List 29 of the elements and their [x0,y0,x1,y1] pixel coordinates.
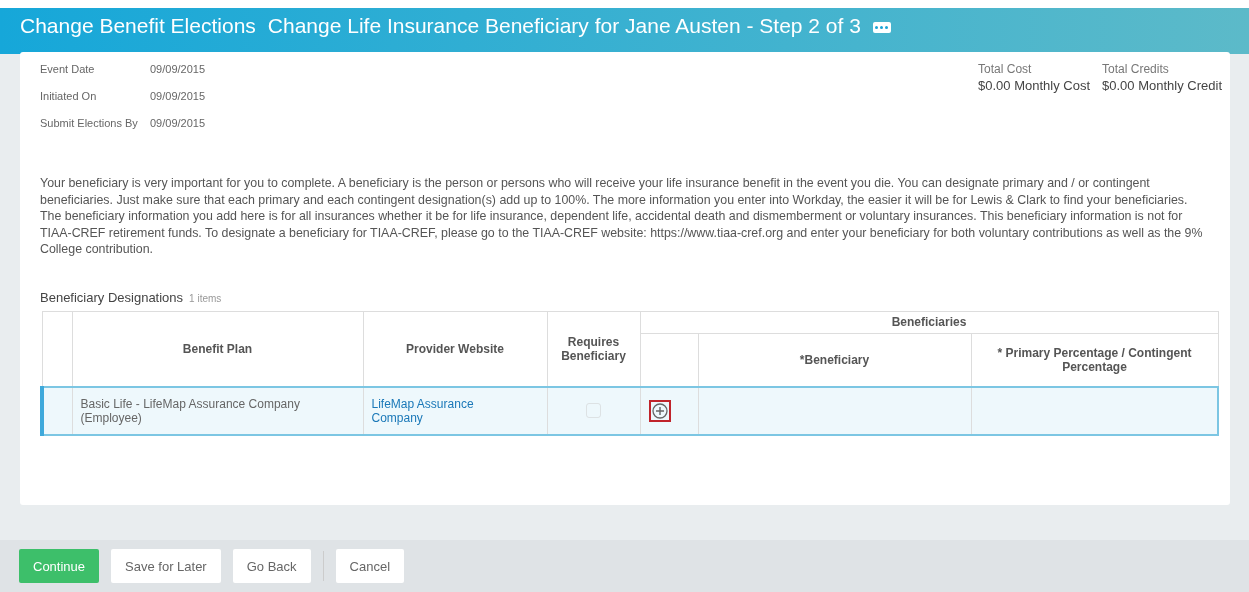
column-header: Benefit Plan [72,311,363,387]
field-value: 09/09/2015 [150,62,206,76]
total-label: Total Credits [1102,62,1170,76]
add-button[interactable] [648,399,671,422]
column-header: * Primary Percentage / Contingent Percentage [971,333,1218,387]
column-header: *Beneficiary [698,333,971,387]
table-cell: Basic Life - LifeMap Assurance Company (Employee) [72,386,363,435]
field-label: Event Date [40,62,96,76]
action-button[interactable]: Cancel [335,549,405,583]
table-row[interactable]: Basic Life - LifeMap Assurance Company (Employee) LifeMap Assurance Company [42,386,1218,435]
page-title: Change Benefit Elections [20,14,256,38]
action-button[interactable]: Save for Later [111,549,221,583]
field-label: Submit Elections By [40,116,139,130]
column-header: Requires Beneficiary [547,311,640,387]
column-header: Provider Website [363,311,547,387]
total-value: $0.00 Monthly Cost [978,78,1091,93]
total-value: $0.00 Monthly Credit [1102,78,1222,93]
field-value: 09/09/2015 [150,116,206,130]
total-label: Total Cost [978,62,1033,76]
field-label: Initiated On [40,89,98,103]
group-header: Beneficiaries [640,311,1218,333]
table-title: Beneficiary Designations [40,289,184,305]
field-value: 09/09/2015 [150,89,206,103]
page-subtitle: Change Life Insurance Beneficiary for Jane Austen - Step 2 of 3 [267,14,861,38]
action-button[interactable]: Go Back [232,549,311,583]
item-count: 1 items [189,292,222,304]
more-icon[interactable] [872,22,891,33]
add-icon [651,402,668,419]
instructions-text: Your beneficiary is very important for you to complete. A beneficiary is the person or persons who will receive your life insurance benefit in the event you die. You can designate primary and / or contingent beneficiaries. Just make sure that each primary and each contingent designation(s) add up to 100%. The more information you enter into Workday, the easier it will be for Lewis & Clark to find your beneficiaries. The beneficiary information you add here is for all insurances whether it be for life insurance, dependent life, accidental death and dismemberment or voluntary insurances. This beneficiary information is not for TIAA-CREF retirement funds. To designate a beneficiary for TIAA-CREF, please go to the TIAA-CREF website: https://www.tiaa-cref.org and enter your beneficiary for both voluntary contributions as well as the 9% College contribution. [40,175,1204,258]
